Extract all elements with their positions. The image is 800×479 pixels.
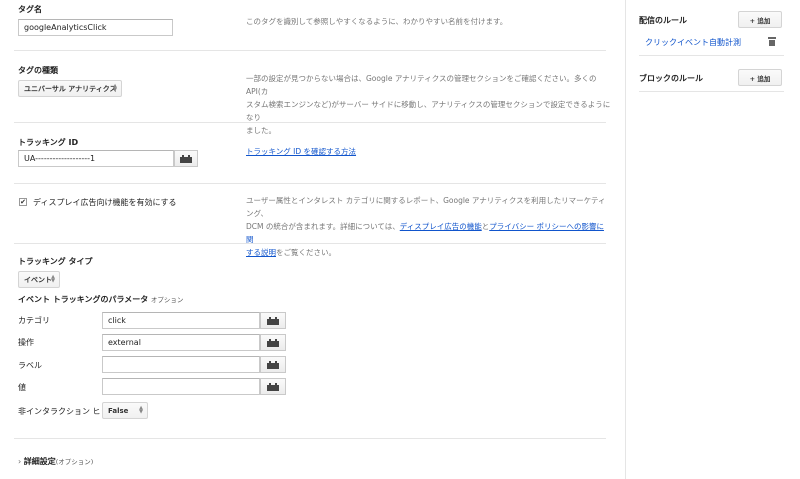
param-label-value: 値 xyxy=(18,383,26,392)
help-text: をご覧ください。 xyxy=(276,248,336,257)
tag-name-help: このタグを識別して参照しやすくなるように、わかりやすい名前を付けます。 xyxy=(246,17,508,26)
non-interaction-select[interactable]: False ▲ ▼ xyxy=(102,402,148,419)
value-input[interactable] xyxy=(102,378,260,395)
param-label-label: ラベル xyxy=(18,361,42,370)
tag-editor-main: タグ名 googleAnalyticsClick このタグを識別して参照しやすく… xyxy=(0,0,625,479)
tag-type-help-line: 一部の設定が見つからない場合は、Google アナリティクスの管理セクションをご… xyxy=(246,74,597,96)
category-input[interactable]: click xyxy=(102,312,260,329)
tag-name-label: タグ名 xyxy=(18,5,42,14)
add-blocking-rule-button[interactable]: + 追加 xyxy=(738,69,782,86)
divider xyxy=(14,243,606,244)
event-params-heading: イベント トラッキングのパラメータ オプション xyxy=(18,294,183,305)
advanced-settings-toggle[interactable]: › 詳細設定(オプション) xyxy=(18,456,93,467)
tracking-id-input[interactable]: UA-------------------1 xyxy=(18,150,174,167)
divider xyxy=(14,183,606,184)
param-label-action: 操作 xyxy=(18,338,34,347)
divider xyxy=(14,50,606,51)
display-ads-features-link[interactable]: ディスプレイ広告の機能 xyxy=(400,222,482,231)
macro-picker-button[interactable] xyxy=(260,312,286,329)
macro-brick-icon xyxy=(267,360,279,369)
tracking-type-label: トラッキング タイプ xyxy=(18,257,93,266)
divider xyxy=(639,55,784,56)
tag-type-label: タグの種類 xyxy=(18,66,58,75)
rules-sidebar: 配信のルール + 追加 クリックイベント自動計測 ブロックのルール + 追加 xyxy=(625,0,800,479)
display-ads-label: ディスプレイ広告向け機能を有効にする xyxy=(33,198,177,207)
divider xyxy=(14,122,606,123)
event-params-title: イベント トラッキングのパラメータ xyxy=(18,295,149,304)
tag-type-select[interactable]: ユニバーサル アナリティクス ▲ ▼ xyxy=(18,80,122,97)
tracking-type-select[interactable]: イベント ▲ ▼ xyxy=(18,271,60,288)
tracking-type-selected: イベント xyxy=(24,275,52,284)
tag-type-help: 一部の設定が見つからない場合は、Google アナリティクスの管理セクションをご… xyxy=(246,72,611,137)
tracking-id-help-link[interactable]: トラッキング ID を確認する方法 xyxy=(246,146,356,157)
macro-brick-icon xyxy=(267,338,279,347)
help-text: DCM の統合が含まれます。詳細については、 xyxy=(246,222,400,231)
macro-picker-button[interactable] xyxy=(260,378,286,395)
divider xyxy=(14,438,606,439)
non-interaction-selected: False xyxy=(108,406,129,415)
tracking-id-label: トラッキング ID xyxy=(18,138,79,147)
select-arrows-icon: ▲ ▼ xyxy=(113,83,117,93)
select-arrows-icon: ▲ ▼ xyxy=(51,274,55,284)
blocking-rules-title: ブロックのルール xyxy=(639,74,703,83)
macro-brick-icon xyxy=(180,154,192,163)
macro-brick-icon xyxy=(267,382,279,391)
trash-icon[interactable] xyxy=(768,37,776,46)
tag-type-selected: ユニバーサル アナリティクス xyxy=(24,84,117,93)
tag-type-help-line: スタム検索エンジンなど)がサーバー サイドに移動し、アナリティクスの管理セクショ… xyxy=(246,100,611,122)
display-ads-help: ユーザー属性とインタレスト カテゴリに関するレポート、Google アナリティク… xyxy=(246,194,611,259)
optional-tag: オプション xyxy=(150,296,184,304)
privacy-policy-link-cont[interactable]: する説明 xyxy=(246,248,276,257)
firing-rules-title: 配信のルール xyxy=(639,16,687,25)
display-ads-checkbox[interactable]: ✔ xyxy=(19,198,27,206)
advanced-settings-label: 詳細設定 xyxy=(23,457,56,466)
macro-brick-icon xyxy=(267,316,279,325)
firing-rule-item[interactable]: クリックイベント自動計測 xyxy=(645,37,741,48)
macro-picker-button[interactable] xyxy=(174,150,198,167)
optional-tag: (オプション) xyxy=(55,458,94,466)
label-input[interactable] xyxy=(102,356,260,373)
tag-type-help-line: ました。 xyxy=(246,126,276,135)
macro-picker-button[interactable] xyxy=(260,356,286,373)
macro-picker-button[interactable] xyxy=(260,334,286,351)
display-ads-help-line: する説明をご覧ください。 xyxy=(246,246,611,259)
param-label-category: カテゴリ xyxy=(18,316,50,325)
tag-name-input[interactable]: googleAnalyticsClick xyxy=(18,19,173,36)
divider xyxy=(639,91,784,92)
chevron-right-icon: › xyxy=(18,457,22,466)
action-input[interactable]: external xyxy=(102,334,260,351)
display-ads-help-line: ユーザー属性とインタレスト カテゴリに関するレポート、Google アナリティク… xyxy=(246,196,606,218)
select-arrows-icon: ▲ ▼ xyxy=(139,405,143,415)
add-firing-rule-button[interactable]: + 追加 xyxy=(738,11,782,28)
